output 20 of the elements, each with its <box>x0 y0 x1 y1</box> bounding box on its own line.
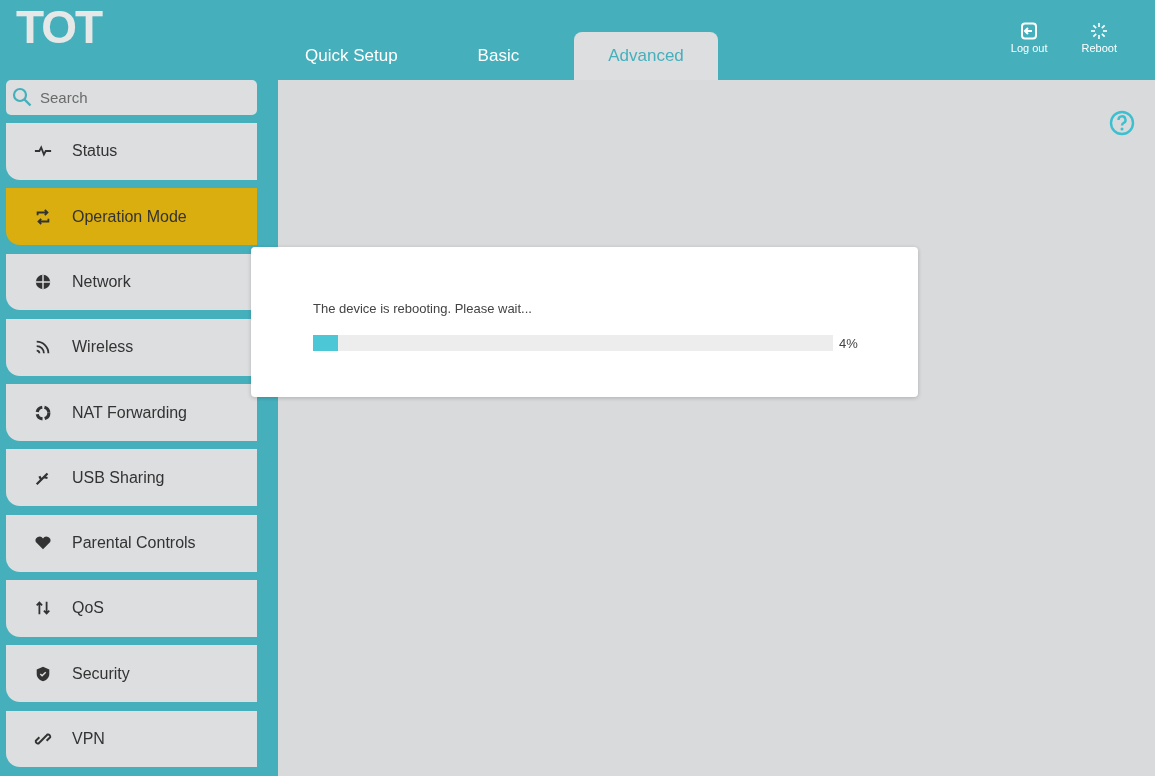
sidebar-item[interactable]: Security <box>6 645 257 703</box>
sidebar-item[interactable]: Operation Mode <box>6 188 257 246</box>
circular-arrows-icon <box>34 403 52 422</box>
sidebar-item[interactable]: VPN <box>6 710 257 768</box>
globe-icon <box>34 273 52 291</box>
sidebar-item[interactable]: QoS <box>6 580 257 637</box>
sidebar-item[interactable]: Parental Controls <box>6 514 257 572</box>
spinner-icon <box>1090 22 1109 40</box>
help-icon[interactable] <box>1109 110 1135 136</box>
shield-icon <box>34 664 52 683</box>
logo: TOT <box>16 4 102 50</box>
up-down-arrows-icon <box>34 599 52 618</box>
sidebar-item[interactable]: USB Sharing <box>6 449 257 507</box>
sidebar-item[interactable]: Status <box>6 123 257 180</box>
search-field[interactable]: Search <box>6 80 257 115</box>
progress-percent: 4% <box>839 335 858 351</box>
swap-arrows-icon <box>34 207 52 226</box>
sidebar-item[interactable]: NAT Forwarding <box>6 384 257 441</box>
logout-icon <box>1020 22 1039 40</box>
reboot-message: The device is rebooting. Please wait... <box>313 301 532 316</box>
